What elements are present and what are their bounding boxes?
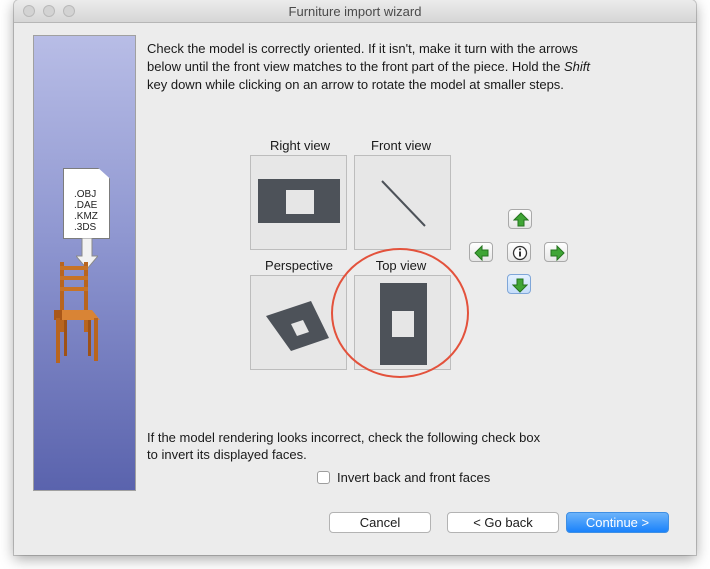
rotate-right-button[interactable]: [544, 242, 568, 262]
invert-faces-label[interactable]: Invert back and front faces: [337, 470, 490, 485]
instructions-line-2: below until the front view matches to th…: [147, 59, 590, 74]
instructions-line-3: key down while clicking on an arrow to r…: [147, 77, 564, 92]
highlight-circle: [331, 248, 469, 378]
info-icon: [512, 245, 528, 261]
right-view-label: Right view: [270, 138, 330, 153]
invert-faces-instructions: If the model rendering looks incorrect, …: [147, 429, 647, 463]
instructions-line-1: Check the model is correctly oriented. I…: [147, 41, 578, 56]
file-type-3ds: .3DS: [74, 222, 97, 233]
rotate-down-button[interactable]: [507, 274, 531, 294]
invert-faces-line-1: If the model rendering looks incorrect, …: [147, 430, 541, 445]
document-icon: .OBJ .DAE .KMZ .3DS: [63, 168, 110, 239]
cancel-button[interactable]: Cancel: [329, 512, 431, 533]
arrow-up-icon: [513, 212, 529, 227]
title-bar: Furniture import wizard: [14, 0, 696, 23]
file-type-obj: .OBJ: [74, 189, 97, 200]
continue-button[interactable]: Continue >: [566, 512, 669, 533]
file-type-dae: .DAE: [74, 200, 98, 211]
go-back-button[interactable]: < Go back: [447, 512, 559, 533]
front-view-panel: [354, 155, 451, 250]
invert-faces-checkbox[interactable]: [317, 471, 330, 484]
furniture-import-wizard-window: Furniture import wizard .OBJ .DAE .KMZ .…: [14, 0, 696, 555]
invert-faces-line-2: to invert its displayed faces.: [147, 447, 307, 462]
instructions-text: Check the model is correctly oriented. I…: [147, 40, 647, 94]
file-type-kmz: .KMZ: [74, 211, 98, 222]
front-view-label: Front view: [371, 138, 431, 153]
arrow-left-icon: [474, 245, 489, 261]
shift-key-word: Shift: [563, 59, 590, 74]
window-title: Furniture import wizard: [288, 4, 422, 19]
arrow-down-icon: [512, 278, 528, 293]
rotate-up-button[interactable]: [508, 209, 532, 229]
right-view-panel: [250, 155, 347, 250]
perspective-view-label: Perspective: [265, 258, 333, 273]
info-button[interactable]: [507, 242, 531, 262]
arrow-right-icon: [550, 245, 565, 261]
chair-icon: [54, 262, 100, 363]
rotate-left-button[interactable]: [469, 242, 493, 262]
